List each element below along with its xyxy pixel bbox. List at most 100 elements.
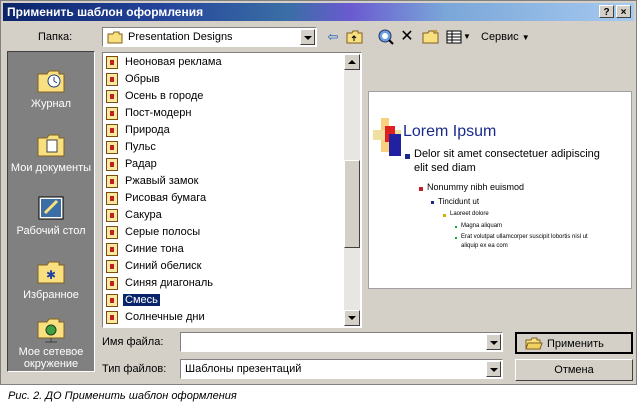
filetype-value: Шаблоны презентаций xyxy=(185,363,302,375)
file-list-item-label: Пульс xyxy=(125,141,156,154)
back-icon[interactable]: ⇦ xyxy=(323,27,343,47)
file-list-item[interactable]: Неоновая реклама xyxy=(106,54,224,70)
filetype-dropdown-button[interactable] xyxy=(486,361,501,377)
preview-bullet-6-line-2: aliquip ex ea com xyxy=(461,243,508,249)
file-list-item-label: Синие тона xyxy=(125,243,184,256)
filename-dropdown-button[interactable] xyxy=(486,334,501,350)
preview-bullet-6-line-1: Erat volutpat ullamcorper suscipit lobor… xyxy=(461,234,588,240)
file-list-item[interactable]: Пульс xyxy=(106,139,158,155)
folder-label: Папка: xyxy=(38,31,73,43)
file-list-scrollbar[interactable] xyxy=(344,54,360,326)
folder-value: Presentation Designs xyxy=(128,31,233,43)
delete-icon[interactable]: ✕ xyxy=(397,27,417,47)
file-list-item-label: Обрыв xyxy=(125,73,160,86)
file-list-item-label: Ржавый замок xyxy=(125,175,199,188)
place-history[interactable]: Журнал xyxy=(8,66,94,110)
filename-combobox[interactable] xyxy=(180,332,503,352)
preview-bullet-1-marker xyxy=(405,154,410,159)
file-list-item-label: Синий обелиск xyxy=(125,260,202,273)
design-template-file-icon xyxy=(106,310,118,324)
cancel-button[interactable]: Отмена xyxy=(515,359,633,381)
tools-menu-label: Сервис xyxy=(481,31,519,43)
file-list-item[interactable]: Синие тона xyxy=(106,241,186,257)
place-favorites-label: Избранное xyxy=(23,289,79,301)
file-list-item[interactable]: Смесь xyxy=(106,292,160,308)
design-template-file-icon xyxy=(106,208,118,222)
template-preview: Lorem Ipsum Delor sit amet consectetuer … xyxy=(368,91,632,289)
preview-bullet-2: Nonummy nibh euismod xyxy=(427,182,525,192)
scroll-up-button[interactable] xyxy=(344,54,360,70)
tools-menu-button[interactable]: Сервис ▼ xyxy=(481,31,530,43)
place-desktop-label: Рабочий стол xyxy=(16,225,86,237)
title-bar[interactable]: Применить шаблон оформления ? × xyxy=(3,3,634,21)
file-list-item[interactable]: Пост-модерн xyxy=(106,105,193,121)
design-template-file-icon xyxy=(106,242,118,256)
views-icon[interactable] xyxy=(444,27,464,47)
design-template-file-icon xyxy=(106,157,118,171)
favorites-folder-icon: ✱ xyxy=(37,261,65,284)
my-documents-folder-icon xyxy=(37,134,65,157)
file-list-item[interactable]: Синяя диагональ xyxy=(106,275,215,291)
filetype-label: Тип файлов: xyxy=(102,363,167,375)
design-template-file-icon xyxy=(106,259,118,273)
file-list-item-label: Пост-модерн xyxy=(125,107,192,120)
file-list[interactable]: Неоновая реклама Обрыв Осень в городе Пост-… xyxy=(102,52,362,328)
file-list-item-label: Серые полосы xyxy=(125,226,201,239)
place-desktop[interactable]: Рабочий стол xyxy=(8,193,94,237)
views-dropdown-icon[interactable]: ▼ xyxy=(462,27,472,47)
preview-bullet-5-marker xyxy=(455,226,457,228)
preview-bullet-3-marker xyxy=(431,201,434,204)
search-web-icon[interactable] xyxy=(375,27,395,47)
help-button[interactable]: ? xyxy=(599,5,614,18)
up-folder-icon[interactable] xyxy=(345,27,365,47)
preview-bullet-1-line-2: elit sed diam xyxy=(414,162,476,174)
filetype-combobox[interactable]: Шаблоны презентаций xyxy=(180,359,503,379)
file-list-item[interactable]: Обрыв xyxy=(106,71,162,87)
file-list-item[interactable]: Серые полосы xyxy=(106,224,202,240)
scroll-thumb[interactable] xyxy=(344,160,360,248)
scroll-down-button[interactable] xyxy=(344,310,360,326)
design-template-file-icon xyxy=(106,55,118,69)
design-template-file-icon xyxy=(106,123,118,137)
file-list-item[interactable]: Радар xyxy=(106,156,159,172)
folder-dropdown-button[interactable] xyxy=(300,29,315,45)
window-title: Применить шаблон оформления xyxy=(7,5,204,19)
place-network-label-line2: окружение xyxy=(23,358,79,370)
place-my-documents[interactable]: Мои документы xyxy=(8,130,94,174)
design-template-file-icon xyxy=(106,293,118,307)
file-list-item-label: Солнечные дни xyxy=(125,311,205,324)
design-template-file-icon xyxy=(106,72,118,86)
folder-icon xyxy=(107,31,123,44)
file-list-item[interactable]: Природа xyxy=(106,122,172,138)
place-favorites[interactable]: ✱ Избранное xyxy=(8,257,94,301)
apply-button[interactable]: Применить xyxy=(515,332,633,354)
preview-bullet-5: Magna aliquam xyxy=(461,223,503,229)
close-button[interactable]: × xyxy=(616,5,631,18)
network-folder-icon xyxy=(37,318,65,343)
file-list-item[interactable]: Сакура xyxy=(106,207,164,223)
design-template-file-icon xyxy=(106,225,118,239)
file-list-item-label: Неоновая реклама xyxy=(125,56,222,69)
file-list-item[interactable]: Ржавый замок xyxy=(106,173,200,189)
file-list-item-label: Осень в городе xyxy=(125,90,204,103)
preview-bullet-2-marker xyxy=(419,187,423,191)
apply-button-label: Применить xyxy=(547,338,604,350)
preview-logo-graphic xyxy=(373,118,401,156)
new-folder-icon[interactable] xyxy=(421,27,441,47)
preview-bullet-6-marker xyxy=(455,237,457,239)
file-list-item[interactable]: Солнечные дни xyxy=(106,309,207,325)
svg-text:✱: ✱ xyxy=(46,268,56,282)
place-network-label-line1: Мое сетевое xyxy=(18,346,84,358)
figure-caption: Рис. 2. ДО Применить шаблон оформления xyxy=(8,390,237,402)
preview-title: Lorem Ipsum xyxy=(403,123,497,140)
tools-dropdown-icon: ▼ xyxy=(521,33,530,42)
design-template-file-icon xyxy=(106,89,118,103)
design-template-file-icon xyxy=(106,276,118,290)
file-list-item[interactable]: Рисовая бумага xyxy=(106,190,208,206)
places-bar: Журнал Мои документы Рабочий стол ✱ Избр… xyxy=(7,51,95,372)
file-list-item[interactable]: Осень в городе xyxy=(106,88,205,104)
file-list-item-label: Синяя диагональ xyxy=(125,277,214,290)
place-network[interactable]: Мое сетевое окружение xyxy=(8,314,94,370)
file-list-item[interactable]: Синий обелиск xyxy=(106,258,203,274)
folder-combobox[interactable]: Presentation Designs xyxy=(102,27,317,47)
